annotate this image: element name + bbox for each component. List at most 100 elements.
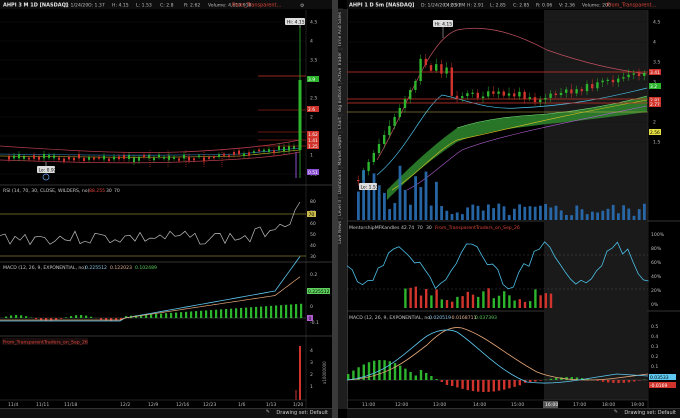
volume-bar (409, 204, 412, 220)
pencil-icon[interactable]: ✎ (266, 409, 270, 415)
osc-bar (508, 295, 511, 308)
macd-bar (414, 375, 417, 380)
candle (118, 156, 120, 160)
macd-tick: 0.2 (310, 272, 317, 278)
macd-bar (352, 370, 355, 380)
candle (523, 91, 526, 99)
candle (43, 154, 45, 159)
left-study2-title[interactable]: From_TransparentTraders_on_Sep_26 (3, 340, 88, 346)
candle (258, 149, 260, 152)
intraday-chart-pane[interactable]: Time And Sales Active Trader Big Buttons Ch… (338, 0, 680, 418)
macd-bar (195, 311, 198, 318)
macd-bar (155, 313, 158, 318)
candle (23, 156, 25, 159)
volume-bar (429, 205, 433, 220)
candle (48, 155, 50, 158)
osc-bar (440, 299, 443, 308)
osc-bar (419, 295, 423, 308)
macd-bar (518, 380, 521, 386)
right-study-label[interactable]: From_Transparent... (607, 3, 657, 9)
macd-bar (555, 377, 558, 380)
candle (398, 108, 401, 117)
left-drawing-set[interactable]: Drawing set: Default (276, 410, 328, 416)
candle (575, 89, 578, 94)
study2-tick: 1 (310, 384, 313, 390)
side-tab[interactable]: Chart (338, 114, 343, 132)
left-price-panel[interactable]: Hi: 4.15 Lo: 0.92 (0, 10, 306, 184)
ohlc-field: H: 4.15 (112, 3, 129, 9)
volume-bar (440, 206, 443, 220)
side-tab[interactable]: Time And Sales (338, 9, 343, 49)
side-tab[interactable]: Active Trader (338, 48, 343, 84)
left-rsi-panel[interactable]: RSI (14, 70, 30, CLOSE, WILDERS, no) 88.… (0, 188, 316, 260)
side-tab[interactable]: Market Depth (338, 131, 343, 168)
candle (283, 146, 285, 152)
candle (223, 153, 225, 156)
macd-bar (617, 380, 620, 383)
candle (98, 156, 100, 159)
volume-bar (627, 208, 631, 220)
side-tab[interactable]: Level II (338, 196, 343, 218)
macd-bar (612, 380, 615, 383)
left-macd-panel[interactable]: MACD (12, 26, 9, EXPONENTIAL, no) 0.2255… (0, 256, 330, 327)
side-tab[interactable]: Big Buttons (338, 83, 343, 115)
osc-bar (456, 296, 459, 308)
candle (108, 158, 110, 162)
side-tab[interactable]: Dashboard (338, 167, 343, 197)
left-macd-title[interactable]: MACD (12, 26, 9, EXPONENTIAL, no) (3, 265, 86, 271)
intraday-chart-svg[interactable]: AHPI 1 D 5m [NASDAQ] D: 1/24/20 4:05 PMO… (347, 0, 680, 418)
macd-bar (497, 380, 501, 391)
study2-tick: 3 (310, 360, 313, 366)
volume-bar (533, 206, 537, 220)
left-study-panel[interactable]: From_TransparentTraders_on_Sep_26 4 3 2 1 x… (2, 338, 327, 400)
candle (606, 79, 609, 81)
left-settings-icon[interactable]: ⚙ (300, 3, 305, 9)
volume-bar (554, 205, 558, 220)
price-tag: 1.62 (308, 132, 318, 138)
osc-bar (404, 288, 407, 308)
rsi-tick: 40 (310, 243, 316, 249)
macd-bar (471, 380, 475, 392)
macd-bar (627, 380, 631, 383)
macd-bar (451, 380, 454, 386)
volume-bar (471, 204, 475, 220)
volume-bar (575, 205, 579, 220)
pencil-icon[interactable]: ✎ (614, 409, 618, 415)
macd-bar (270, 305, 273, 318)
side-tab[interactable]: Live News (338, 217, 343, 246)
volume-bar (632, 215, 636, 220)
rsi-tick: 60 (310, 221, 316, 227)
macd-bar (230, 308, 233, 318)
left-symbol-title[interactable]: AHPI 3 M 1D [NASDAQ] (3, 3, 68, 9)
osc-bar (513, 300, 516, 308)
right-price-panel[interactable]: Hi: 4.15 Lo: 1.53 (347, 10, 648, 220)
candle (450, 67, 453, 96)
volume-bar (424, 171, 428, 220)
candle (461, 96, 464, 99)
candle (643, 72, 646, 76)
right-oscillator-panel[interactable]: MentorshipMFKandles 42.74 70 30 From_Tra… (347, 222, 665, 310)
macd-bar (50, 318, 53, 321)
macd-bar (492, 380, 495, 392)
candle (263, 149, 265, 152)
macd-bar (85, 315, 88, 318)
daily-chart-pane[interactable]: AHPI 3 M 1D [NASDAQ] D: 1/24/20 O: 1.37 H:… (0, 0, 332, 418)
right-osc-upper: 70 (417, 225, 423, 231)
left-study-label[interactable]: From_Transparent... (232, 3, 282, 9)
right-osc-title[interactable]: MentorshipMFKandles (349, 225, 400, 231)
right-time-axis[interactable]: 11:00 12:00 13:00 14:00 15:00 16:00 17:00 18:00… (362, 401, 644, 408)
right-drawing-set[interactable]: Drawing set: Default (624, 410, 676, 416)
daily-chart-svg[interactable]: AHPI 3 M 1D [NASDAQ] D: 1/24/20 O: 1.37 H:… (0, 0, 332, 418)
right-osc-study[interactable]: From_TransparentTraders_on_Sep_26 (435, 225, 520, 231)
right-symbol-title[interactable]: AHPI 1 D 5m [NASDAQ] (349, 3, 414, 9)
ohlc-field: R: 2.62 (184, 3, 200, 9)
right-macd-panel[interactable]: MACD (12, 26, 9, EXPONENTIAL, no) 0.0205… (347, 312, 676, 400)
right-macd-title[interactable]: MACD (12, 26, 9, EXPONENTIAL, no) (349, 315, 432, 321)
ohlc-field: R: 0.06 (536, 3, 552, 9)
candle (424, 58, 427, 66)
candle (78, 154, 80, 159)
left-study2-scale: x10000000 (322, 361, 327, 384)
left-rsi-title[interactable]: RSI (14, 70, 30, CLOSE, WILDERS, no) (3, 188, 90, 194)
macd-bar (225, 309, 228, 318)
candle (554, 93, 557, 96)
